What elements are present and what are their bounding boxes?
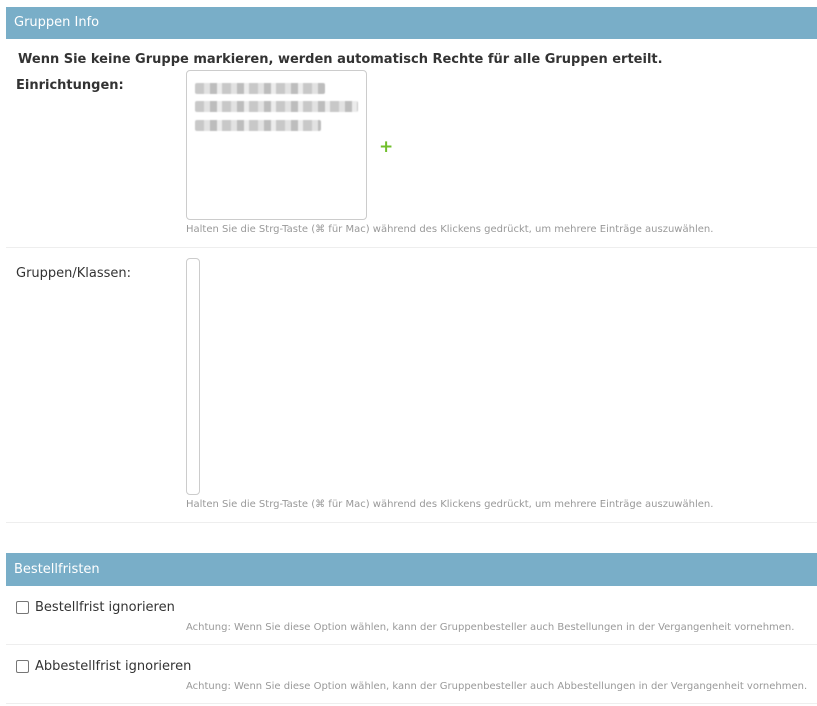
add-einrichtung-plus-icon[interactable]: +: [379, 138, 393, 156]
gruppen-klassen-help: Halten Sie die Strg-Taste (⌘ für Mac) wä…: [186, 499, 714, 510]
einrichtungen-select[interactable]: [186, 70, 367, 220]
bestellfrist-checkbox[interactable]: [16, 601, 29, 614]
abbestellfrist-help: Achtung: Wenn Sie diese Option wählen, k…: [186, 681, 808, 692]
row-divider: [6, 703, 817, 704]
einrichtungen-label: Einrichtungen:: [16, 78, 124, 93]
gruppen-klassen-label: Gruppen/Klassen:: [16, 266, 132, 281]
bestellfrist-label[interactable]: Bestellfrist ignorieren: [35, 600, 175, 615]
row-divider: [6, 522, 817, 523]
abbestellfrist-row[interactable]: Abbestellfrist ignorieren: [16, 659, 191, 674]
abbestellfrist-label[interactable]: Abbestellfrist ignorieren: [35, 659, 191, 674]
bestellfrist-help: Achtung: Wenn Sie diese Option wählen, k…: [186, 622, 795, 633]
fieldset-header-gruppen-info: Gruppen Info: [6, 7, 817, 39]
fieldset-gruppen-info: Gruppen Info Wenn Sie keine Gruppe marki…: [6, 7, 817, 523]
einrichtungen-option[interactable]: [195, 83, 325, 94]
gruppen-klassen-select[interactable]: [186, 258, 200, 495]
einrichtungen-option[interactable]: [195, 120, 321, 131]
fieldset-header-bestellfristen: Bestellfristen: [6, 553, 817, 586]
fieldset-description: Wenn Sie keine Gruppe markieren, werden …: [18, 52, 663, 67]
fieldset-bestellfristen: Bestellfristen Bestellfrist ignorieren A…: [6, 553, 817, 704]
einrichtungen-help: Halten Sie die Strg-Taste (⌘ für Mac) wä…: [186, 224, 714, 235]
bestellfrist-row[interactable]: Bestellfrist ignorieren: [16, 600, 175, 615]
einrichtungen-option[interactable]: [195, 101, 358, 112]
row-divider: [6, 247, 817, 248]
row-divider: [6, 644, 817, 645]
abbestellfrist-checkbox[interactable]: [16, 660, 29, 673]
